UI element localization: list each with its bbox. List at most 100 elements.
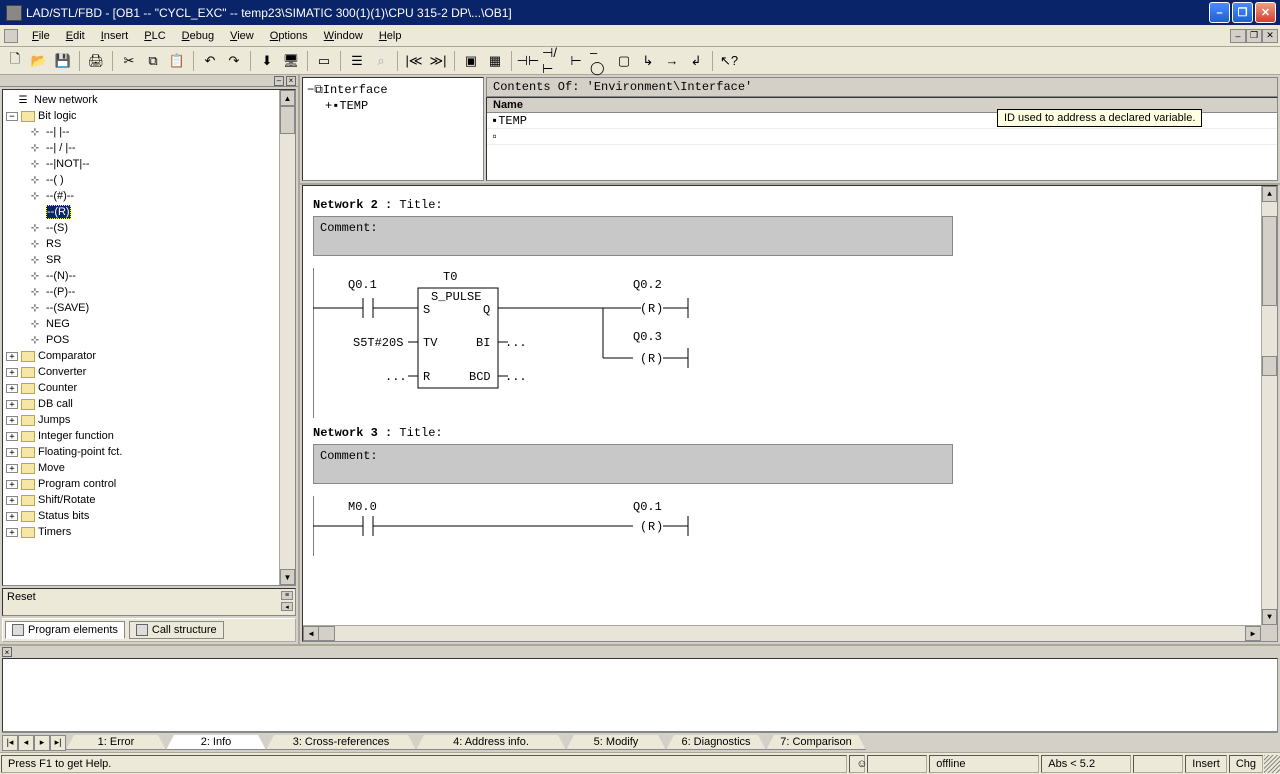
download-icon[interactable]: ⬇ (256, 50, 278, 72)
tree-expand-icon[interactable]: + (6, 368, 18, 377)
maximize-button[interactable]: ❐ (1232, 2, 1253, 23)
insert-contact-nc-icon[interactable]: ⊣/⊢ (541, 50, 563, 72)
network-editor[interactable]: Network 2 : Title:Comment:Q0.1T0S_PULSES… (302, 185, 1278, 642)
tree-collapse-icon[interactable]: − (307, 83, 314, 97)
tree-group[interactable]: DB call (38, 398, 73, 410)
tabs-last-icon[interactable]: ▸| (50, 735, 66, 751)
menu-debug[interactable]: Debug (174, 28, 222, 44)
paste-icon[interactable]: 📋 (166, 50, 188, 72)
menu-help[interactable]: Help (371, 28, 410, 44)
network-title-suffix[interactable]: Title: (392, 198, 442, 212)
menu-edit[interactable]: Edit (58, 28, 93, 44)
scroll-right-icon[interactable]: ▶ (1245, 626, 1261, 641)
output-tab[interactable]: 4: Address info. (416, 735, 566, 750)
scroll-down-icon[interactable]: ▼ (1262, 609, 1277, 625)
network-comment[interactable]: Comment: (313, 216, 953, 256)
tree-group[interactable]: Shift/Rotate (38, 494, 95, 506)
ladder-diagram[interactable]: Q0.1T0S_PULSESQTVBIRBCDS5T#20S.........Q… (313, 268, 1251, 418)
panel-left-icon[interactable]: ◂ (281, 602, 293, 611)
tree-expand-icon[interactable]: + (325, 99, 332, 113)
goto-end-icon[interactable]: ≫| (427, 50, 449, 72)
open-icon[interactable]: 📂 (28, 50, 50, 72)
scroll-thumb[interactable] (319, 626, 335, 641)
tree-group[interactable]: Comparator (38, 350, 96, 362)
tool-c-icon[interactable]: ⌕ (370, 50, 392, 72)
tree-scrollbar[interactable]: ▲ ▼ (279, 90, 295, 585)
conn-icon[interactable]: ↲ (685, 50, 707, 72)
mdi-minimize-button[interactable]: – (1230, 29, 1246, 43)
resize-grip-icon[interactable] (1264, 755, 1280, 773)
tree-item[interactable]: --|NOT|-- (46, 158, 90, 170)
close-button[interactable]: ✕ (1255, 2, 1276, 23)
network-title-suffix[interactable]: Title: (392, 426, 442, 440)
cut-icon[interactable]: ✂ (118, 50, 140, 72)
tree-item[interactable]: --(S) (46, 222, 68, 234)
branch-close-icon[interactable]: → (661, 50, 683, 72)
tree-item[interactable]: --(P)-- (46, 286, 75, 298)
tree-expand-icon[interactable]: + (6, 400, 18, 409)
insert-box-icon[interactable]: ▢ (613, 50, 635, 72)
menu-view[interactable]: View (222, 28, 262, 44)
output-tab[interactable]: 1: Error (66, 735, 166, 750)
goto-start-icon[interactable]: |≪ (403, 50, 425, 72)
insert-branch-icon[interactable]: ⊢ (565, 50, 587, 72)
tree-item[interactable]: NEG (46, 318, 70, 330)
tree-group[interactable]: Move (38, 462, 65, 474)
tree-item[interactable]: --| |-- (46, 126, 69, 138)
tab-call-structure[interactable]: Call structure (129, 621, 224, 639)
tree-expand-icon[interactable]: + (6, 416, 18, 425)
tree-expand-icon[interactable]: + (6, 480, 18, 489)
tree-item[interactable]: --(R) (46, 205, 71, 219)
scroll-thumb[interactable] (1262, 216, 1277, 306)
view-b-icon[interactable]: ▦ (484, 50, 506, 72)
instruction-tree[interactable]: ☰New network−Bit logic⊹--| |--⊹--| / |--… (2, 89, 296, 586)
context-help-icon[interactable]: ↖? (718, 50, 740, 72)
scroll-up-icon[interactable]: ▲ (1262, 186, 1277, 202)
copy-icon[interactable]: ⧉ (142, 50, 164, 72)
scroll-up-icon[interactable]: ▲ (280, 90, 295, 106)
scroll-left-icon[interactable]: ◀ (303, 626, 319, 641)
insert-contact-no-icon[interactable]: ⊣⊢ (517, 50, 539, 72)
tree-expand-icon[interactable]: + (6, 528, 18, 537)
menu-insert[interactable]: Insert (93, 28, 137, 44)
insert-coil-icon[interactable]: –◯ (589, 50, 611, 72)
menu-options[interactable]: Options (262, 28, 316, 44)
scroll-marker[interactable] (1262, 356, 1277, 376)
interface-temp[interactable]: TEMP (339, 99, 368, 113)
tree-item[interactable]: --| / |-- (46, 142, 76, 154)
tree-item[interactable]: POS (46, 334, 69, 346)
tool-a-icon[interactable]: ▭ (313, 50, 335, 72)
tree-expand-icon[interactable]: + (6, 384, 18, 393)
tree-item[interactable]: SR (46, 254, 61, 266)
minimize-button[interactable]: – (1209, 2, 1230, 23)
tree-group[interactable]: Converter (38, 366, 86, 378)
tree-expand-icon[interactable]: + (6, 352, 18, 361)
output-body[interactable] (2, 658, 1278, 732)
tree-item[interactable]: --(N)-- (46, 270, 76, 282)
tool-b-icon[interactable]: ☰ (346, 50, 368, 72)
tree-group[interactable]: Counter (38, 382, 77, 394)
tree-new-network[interactable]: New network (34, 94, 98, 106)
new-icon[interactable]: 🗋 (4, 50, 26, 72)
mdi-close-button[interactable]: ✕ (1262, 29, 1278, 43)
scroll-thumb[interactable] (280, 106, 295, 134)
panel-up-icon[interactable]: ≡ (281, 591, 293, 600)
tree-group[interactable]: Timers (38, 526, 71, 538)
scroll-down-icon[interactable]: ▼ (280, 569, 295, 585)
ladder-diagram[interactable]: M0.0Q0.1(R) (313, 496, 1251, 556)
tabs-next-icon[interactable]: ▸ (34, 735, 50, 751)
redo-icon[interactable]: ↷ (223, 50, 245, 72)
editor-vscrollbar[interactable]: ▲ ▼ (1261, 186, 1277, 625)
tree-expand-icon[interactable]: + (6, 512, 18, 521)
tree-bit-logic[interactable]: Bit logic (38, 110, 77, 122)
branch-open-icon[interactable]: ↳ (637, 50, 659, 72)
tree-item[interactable]: RS (46, 238, 61, 250)
network-comment[interactable]: Comment: (313, 444, 953, 484)
tree-expand-icon[interactable]: + (6, 464, 18, 473)
menu-plc[interactable]: PLC (136, 28, 173, 44)
tree-group[interactable]: Jumps (38, 414, 70, 426)
pin-panel-icon[interactable]: – (274, 76, 284, 86)
output-tab[interactable]: 3: Cross-references (266, 735, 416, 750)
tree-group[interactable]: Floating-point fct. (38, 446, 122, 458)
menu-window[interactable]: Window (316, 28, 371, 44)
